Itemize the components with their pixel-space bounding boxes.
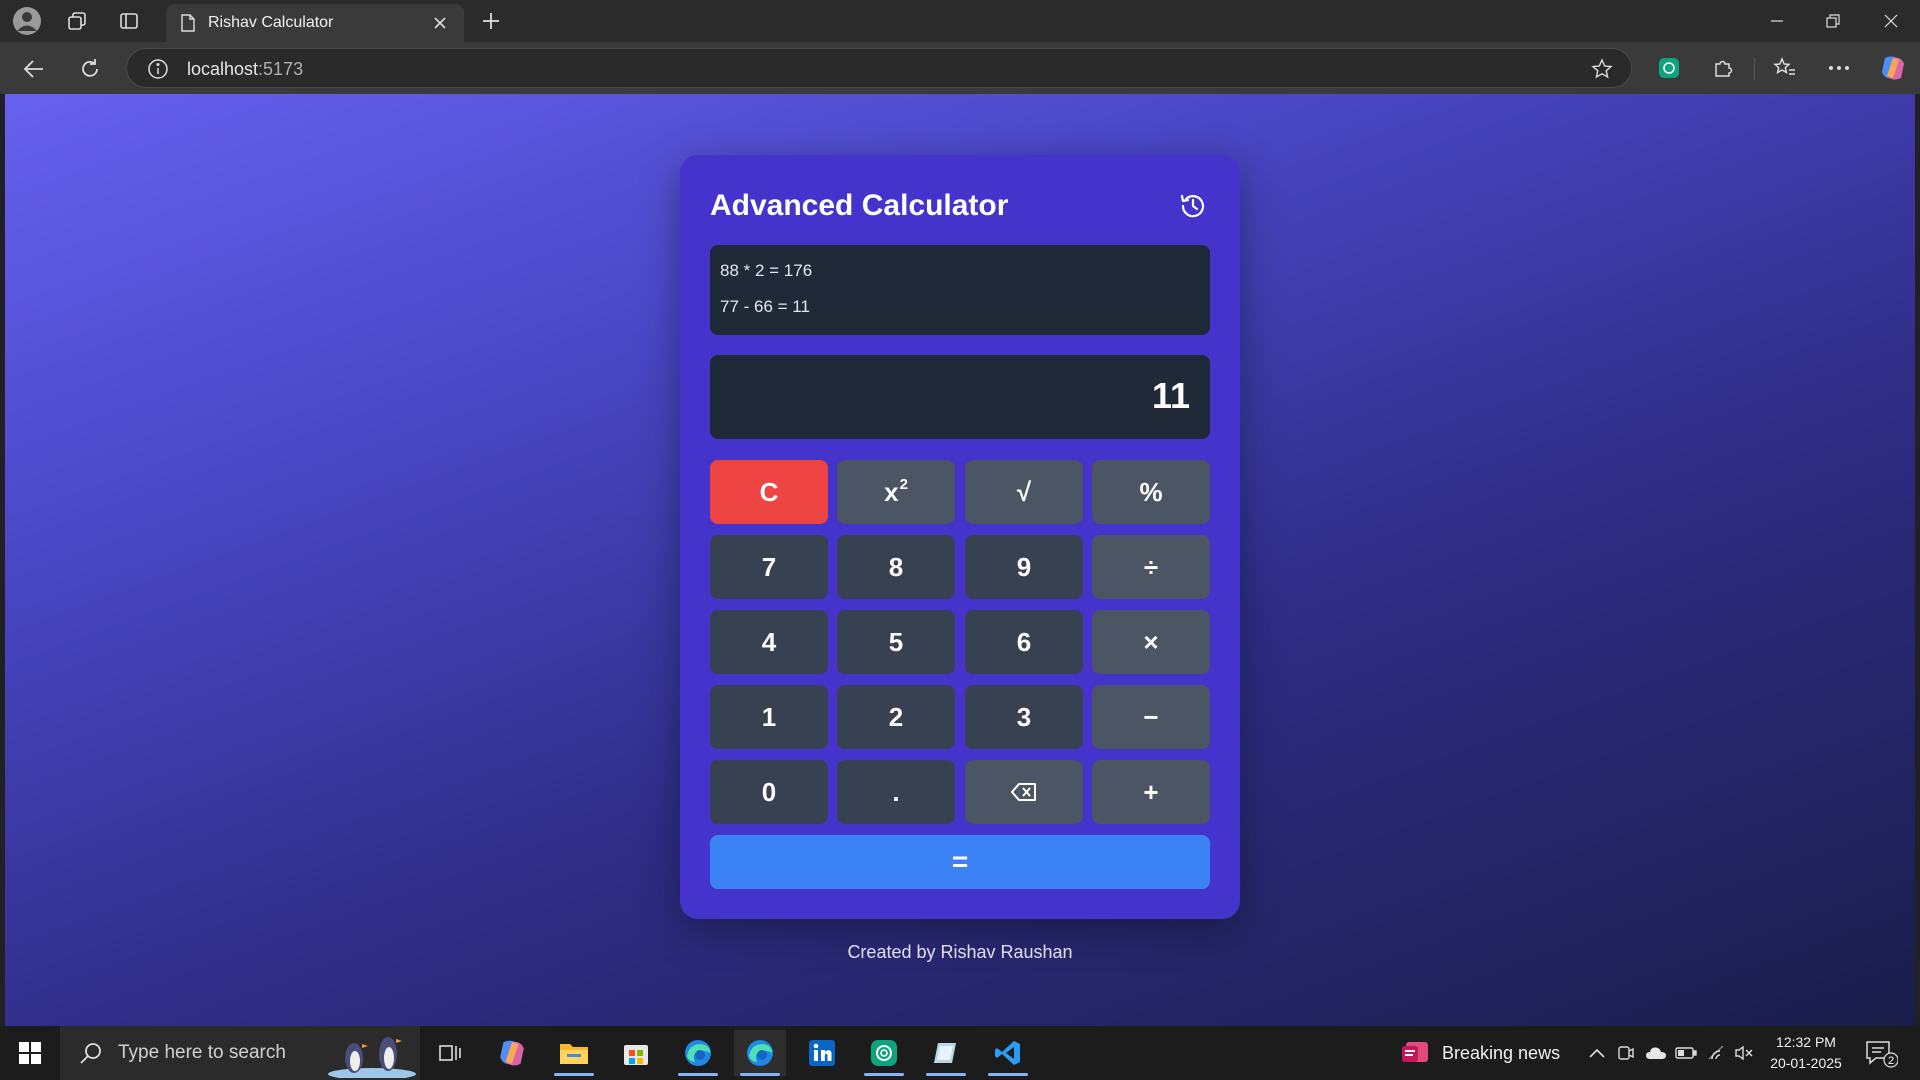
browser-tab-bar: Rishav Calculator [0,0,1920,42]
running-indicator [926,1073,966,1076]
running-indicator [554,1073,594,1076]
volume-muted-icon[interactable] [1732,1040,1756,1066]
clock-date: 20-01-2025 [1770,1055,1842,1071]
start-button[interactable] [0,1026,60,1080]
history-entry[interactable]: 77 - 66 = 11 [720,296,1200,332]
digit-4-button[interactable]: 4 [710,610,828,674]
decimal-button[interactable]: . [837,760,955,824]
history-entry[interactable]: 88 * 2 = 176 [720,260,1200,296]
digit-2-button[interactable]: 2 [837,685,955,749]
file-explorer-icon[interactable] [548,1030,600,1076]
backspace-icon [1011,783,1036,801]
edge-browser-active-icon[interactable] [734,1030,786,1076]
square-button[interactable]: x2 [837,460,955,524]
edge-browser-icon[interactable] [672,1030,724,1076]
meet-now-icon[interactable] [1614,1040,1638,1066]
battery-icon[interactable] [1674,1040,1698,1066]
subtract-button[interactable]: − [1092,685,1210,749]
linkedin-icon[interactable] [796,1030,848,1076]
clock-time: 12:32 PM [1776,1034,1836,1050]
address-bar[interactable]: localhost:5173 [126,48,1632,88]
search-icon [80,1043,101,1064]
close-tab-icon[interactable] [430,13,450,33]
windows-logo-icon [19,1042,41,1064]
notification-center-icon[interactable]: 2 [1864,1038,1899,1068]
digit-9-button[interactable]: 9 [965,535,1083,599]
chatgpt-icon[interactable] [858,1030,910,1076]
multiply-button[interactable]: × [1092,610,1210,674]
vertical-tabs-icon[interactable] [112,6,146,36]
copilot-icon[interactable] [1876,52,1910,84]
page-footer: Created by Rishav Raushan [847,942,1073,962]
favorites-icon[interactable] [1768,52,1802,84]
back-button[interactable] [16,52,52,86]
news-widget[interactable]: Breaking news [1400,1026,1560,1080]
workspaces-icon[interactable] [60,6,94,36]
tab-title: Rishav Calculator [208,14,334,31]
equals-button[interactable]: = [710,835,1210,889]
running-indicator [988,1073,1028,1076]
restore-button[interactable] [1804,0,1862,42]
history-icon [1180,194,1205,218]
wifi-icon[interactable] [1704,1040,1728,1066]
search-placeholder: Type here to search [118,1042,286,1063]
browser-tab-active[interactable]: Rishav Calculator [166,4,464,42]
toolbar-separator [1754,58,1755,80]
tray-chevron-up-icon[interactable] [1585,1040,1609,1066]
digit-0-button[interactable]: 0 [710,760,828,824]
news-label: Breaking news [1442,1042,1561,1063]
clear-button[interactable]: C [710,460,828,524]
running-indicator [740,1073,780,1076]
square-exponent: 2 [899,475,908,493]
news-icon [1402,1042,1428,1062]
microsoft-store-icon[interactable] [610,1030,662,1076]
onedrive-cloud-icon[interactable] [1644,1040,1668,1066]
new-tab-button[interactable] [476,6,506,36]
task-view-icon[interactable] [424,1030,476,1076]
page-viewport: Advanced Calculator 88 * 2 = 176 77 - 66… [5,94,1915,1026]
sqrt-button[interactable]: √ [965,460,1083,524]
running-indicator [678,1073,718,1076]
favorite-star-icon[interactable] [1591,58,1613,80]
vscode-icon[interactable] [982,1030,1034,1076]
extensions-puzzle-icon[interactable] [1706,52,1740,84]
digit-5-button[interactable]: 5 [837,610,955,674]
square-label: x [884,476,899,507]
close-window-button[interactable] [1862,0,1920,42]
digit-6-button[interactable]: 6 [965,610,1083,674]
digit-1-button[interactable]: 1 [710,685,828,749]
taskbar-clock[interactable]: 12:32 PM 20-01-2025 [1762,1032,1850,1074]
penguins-illustration-icon [328,1037,416,1078]
extension-green-icon[interactable] [1652,52,1686,84]
notification-count: 2 [1888,1055,1894,1067]
site-info-icon[interactable] [147,58,169,80]
url-text: localhost:5173 [187,59,304,79]
refresh-button[interactable] [72,52,108,86]
running-indicator [864,1073,904,1076]
calculator-display: 11 [710,355,1210,439]
page-icon [181,14,195,32]
taskbar-search-box[interactable]: Type here to search [60,1026,420,1080]
copilot-taskbar-icon[interactable] [486,1030,538,1076]
digit-8-button[interactable]: 8 [837,535,955,599]
backspace-button[interactable] [965,760,1083,824]
minimize-button[interactable] [1748,0,1806,42]
calculator-title: Advanced Calculator [710,189,1009,222]
add-button[interactable]: + [1092,760,1210,824]
profile-avatar-icon[interactable] [10,6,44,36]
history-panel: 88 * 2 = 176 77 - 66 = 11 [710,245,1210,335]
more-menu-icon[interactable] [1822,52,1856,84]
calculator-card: Advanced Calculator 88 * 2 = 176 77 - 66… [680,155,1240,919]
notes-app-icon[interactable] [920,1030,972,1076]
history-button[interactable] [1176,189,1210,223]
digit-3-button[interactable]: 3 [965,685,1083,749]
digit-7-button[interactable]: 7 [710,535,828,599]
windows-taskbar: Type here to search Breaking news 12:32 … [0,1026,1920,1080]
divide-button[interactable]: ÷ [1092,535,1210,599]
display-value: 11 [1151,375,1190,416]
percent-button[interactable]: % [1092,460,1210,524]
